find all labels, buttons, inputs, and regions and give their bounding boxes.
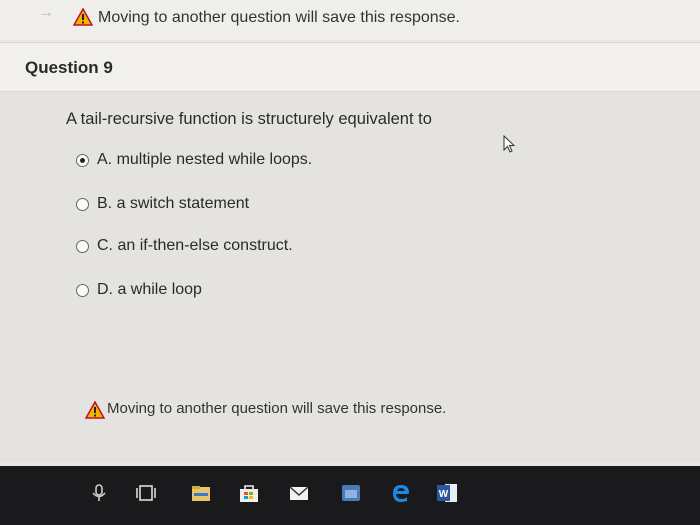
microphone-icon[interactable] [88,482,110,504]
mail-icon[interactable] [288,482,310,504]
radio-b[interactable] [76,198,89,211]
store-icon[interactable] [238,482,260,504]
question-title: Question 9 [25,58,113,77]
calendar-icon[interactable] [340,482,362,504]
warning-icon [73,8,93,26]
question-header: Question 9 [0,42,700,92]
radio-a[interactable] [76,154,89,167]
top-save-warning: → Moving to another question will save t… [0,0,700,40]
option-b-label[interactable]: B. a switch statement [97,195,249,213]
option-d-label[interactable]: D. a while loop [97,281,202,299]
warning-icon [85,401,105,419]
top-warning-text: Moving to another question will save thi… [98,9,460,26]
question-prompt: A tail-recursive function is structurely… [66,110,432,128]
radio-c[interactable] [76,240,89,253]
option-a-label[interactable]: A. multiple nested while loops. [97,151,312,169]
file-explorer-icon[interactable] [190,482,212,504]
nav-arrow-icon: → [38,4,54,21]
taskbar: W [0,466,700,525]
svg-text:W: W [439,489,449,500]
mouse-pointer-icon [503,135,516,153]
radio-d[interactable] [76,284,89,297]
bottom-warning-text: Moving to another question will save thi… [107,400,447,417]
edge-browser-icon[interactable] [390,482,412,504]
option-c-label[interactable]: C. an if-then-else construct. [97,237,293,255]
task-view-icon[interactable] [135,482,157,504]
word-app-icon[interactable]: W [436,482,458,504]
question-body: A tail-recursive function is structurely… [0,92,700,462]
